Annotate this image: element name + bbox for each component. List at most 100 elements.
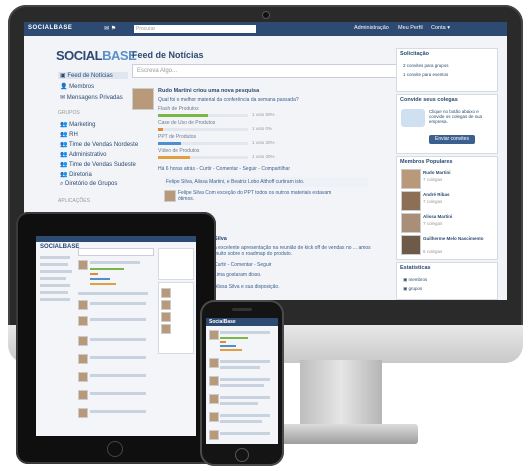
poll-bar-track[interactable]	[158, 128, 248, 131]
poll-bar	[90, 278, 110, 280]
avatar[interactable]	[401, 213, 421, 233]
tablet-status-input[interactable]	[78, 248, 154, 256]
poll-bar	[90, 268, 124, 270]
avatar[interactable]	[78, 390, 88, 400]
placeholder-line	[220, 432, 270, 435]
poll-bar	[158, 128, 163, 131]
nav-members[interactable]: 👤 Membros	[58, 83, 94, 90]
avatar[interactable]	[132, 88, 154, 110]
avatar[interactable]	[78, 300, 88, 310]
group-item[interactable]: 👥 Time de Vendas Nordeste	[58, 141, 138, 148]
group-item[interactable]: 👥 Diretoria	[58, 171, 92, 178]
avatar[interactable]	[78, 354, 88, 364]
poll-bar-track[interactable]	[158, 114, 248, 117]
avatar[interactable]	[209, 376, 219, 386]
placeholder-line	[90, 410, 146, 413]
avatar[interactable]	[209, 394, 219, 404]
speaker-icon	[232, 308, 252, 311]
member-name[interactable]: Guilherme Melo Nascimento	[423, 236, 493, 241]
group-item[interactable]: 👥 Administrativo	[58, 151, 107, 158]
logo-part1: SOCIAL	[56, 48, 103, 63]
poll-question: Qual foi o melhor material da conferênci…	[158, 97, 299, 103]
phone-logo[interactable]: SocialBase	[209, 319, 236, 325]
group-label: RH	[69, 132, 78, 138]
avatar[interactable]	[161, 312, 171, 322]
placeholder-line	[40, 263, 68, 266]
poll-option-label: Flash de Produtos	[158, 106, 199, 112]
poll-bar	[90, 273, 98, 275]
group-item[interactable]: 👥 RH	[58, 131, 78, 138]
avatar[interactable]	[209, 358, 219, 368]
avatar[interactable]	[209, 412, 219, 422]
request-link[interactable]: 1 convite para eventos	[403, 72, 448, 77]
poll-bar-track[interactable]	[158, 142, 248, 145]
tablet-logo[interactable]: SOCIALBASE	[40, 244, 79, 250]
avatar[interactable]	[78, 260, 88, 270]
brand-label[interactable]: SOCIALBASE	[28, 25, 72, 31]
member-meta: 7 colegas	[423, 177, 443, 182]
avatar[interactable]	[209, 430, 219, 440]
logo[interactable]: SOCIALBASE	[56, 48, 137, 63]
placeholder-line	[40, 256, 70, 259]
avatar[interactable]	[161, 288, 171, 298]
placeholder-line	[90, 338, 146, 341]
notification-icon[interactable]: ✉ ⚑	[104, 25, 116, 32]
avatar[interactable]	[78, 372, 88, 382]
search-input[interactable]: Procurar	[134, 25, 256, 33]
poll-bar-track[interactable]	[158, 156, 248, 159]
group-label: Administrativo	[68, 152, 107, 158]
stat-label: grupos	[408, 286, 423, 291]
placeholder-line	[90, 356, 146, 359]
avatar[interactable]	[401, 191, 421, 211]
avatar[interactable]	[78, 316, 88, 326]
home-button[interactable]	[235, 448, 249, 462]
post-author[interactable]: Rudo Martini criou uma nova pesquisa	[158, 88, 259, 94]
member-name[interactable]: Rudo Martini	[423, 170, 451, 175]
member-name[interactable]: André Ribas	[423, 192, 450, 197]
group-label: Diretório de Grupos	[65, 181, 118, 187]
member-meta: 7 colegas	[423, 199, 443, 204]
avatar[interactable]	[209, 330, 219, 340]
top-navbar: SOCIALBASE ✉ ⚑ Procurar Administração Me…	[24, 22, 507, 36]
request-link[interactable]: 2 convites para grupos	[403, 63, 449, 68]
placeholder-line	[90, 392, 146, 395]
avatar[interactable]	[401, 169, 421, 189]
admin-link[interactable]: Administração	[354, 25, 389, 31]
nav-feed[interactable]: ▣ Feed de Notícias	[58, 72, 128, 79]
nav-messages-label: Mensagens Privadas	[66, 95, 123, 101]
phone-screen: SocialBase	[206, 318, 278, 444]
avatar[interactable]	[161, 324, 171, 334]
send-invites-button[interactable]: Enviar convites	[429, 135, 475, 144]
group-item[interactable]: 👥 Time de Vendas Sudeste	[58, 161, 136, 168]
group-label: Time de Vendas Nordeste	[69, 142, 139, 148]
avatar[interactable]	[78, 408, 88, 418]
avatar[interactable]	[401, 235, 421, 255]
poll-count: 1 voto 30%	[252, 154, 275, 159]
avatar[interactable]	[164, 190, 176, 202]
invite-panel: Convide seus colegas Clique no botão aba…	[396, 94, 498, 154]
panel-heading: Solicitação	[400, 51, 430, 57]
post-actions[interactable]: Há 6 horas atrás - Curtir - Comentar - S…	[158, 166, 290, 172]
post-likes: Felipe Silva, Alissa Martini, e Beatriz …	[164, 177, 368, 187]
profile-link[interactable]: Meu Perfil	[398, 25, 423, 31]
post-actions[interactable]: Curtir - Comentar - Seguir	[214, 262, 272, 268]
panel-heading: Membros Populares	[400, 159, 453, 165]
poll-bar	[220, 341, 226, 343]
group-directory[interactable]: ⌕ Diretório de Grupos	[58, 181, 117, 188]
avatar[interactable]	[161, 300, 171, 310]
placeholder-line	[90, 374, 146, 377]
placeholder-line	[90, 261, 140, 264]
account-menu[interactable]: Conta ▾	[431, 25, 450, 31]
monitor-base	[268, 424, 418, 444]
poll-bar	[220, 345, 236, 347]
member-name[interactable]: Alissa Martini	[423, 214, 452, 219]
group-label: Marketing	[69, 122, 96, 128]
placeholder-line	[90, 318, 146, 321]
status-input[interactable]: Escreva Algo...	[132, 64, 398, 78]
nav-messages[interactable]: ✉ Mensagens Privadas	[58, 94, 123, 101]
group-item[interactable]: 👥 Marketing	[58, 121, 95, 128]
nav-members-label: Membros	[69, 84, 95, 90]
avatar[interactable]	[78, 336, 88, 346]
placeholder-line	[220, 360, 270, 363]
home-button[interactable]	[107, 441, 123, 457]
